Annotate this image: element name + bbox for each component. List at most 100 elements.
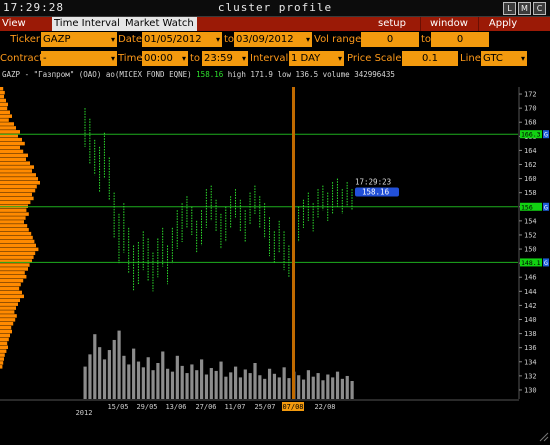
profile-bar [0,298,20,303]
y-tick-label: 142 [524,302,537,310]
title-bar[interactable]: 17:29:28 cluster profile L M C [0,0,550,17]
profile-bar [0,157,26,162]
profile-bar [0,177,38,181]
profile-bar [0,243,36,248]
profile-bar [0,212,29,216]
tab-market-watch[interactable]: Market Watch [123,17,197,31]
setup-button[interactable]: setup [366,17,418,31]
profile-bar [0,318,16,322]
chevron-down-icon: ▾ [520,54,525,63]
window-button[interactable]: window [420,17,477,31]
volume-bar [93,334,97,399]
time-to-field[interactable]: 23:59 ▾ [202,51,248,66]
profile-bar [0,98,6,103]
profile-bar [0,247,39,252]
contract-select[interactable]: - ▾ [41,51,117,66]
volume-bar [219,361,223,399]
time-from-field[interactable]: 00:00 ▾ [142,51,188,66]
volume-bar [141,367,145,399]
date-to-value: 03/09/2012 [236,34,294,45]
y-tick-label: 146 [524,274,537,282]
y-tick-label: 154 [524,217,537,225]
volume-bar [224,376,228,399]
profile-bar [0,302,18,306]
ticker-select[interactable]: GAZP ▾ [41,32,117,47]
profile-bar [0,169,32,173]
volume-bar [170,371,175,399]
profile-bar [0,357,4,361]
volume-bar [272,373,277,399]
volume-label: volume [322,70,350,79]
apply-button[interactable]: Apply [478,17,527,31]
tab-view-dom[interactable]: View DOM [0,17,54,43]
tab-time-interval[interactable]: Time Interval [52,17,125,31]
volume-bar [340,378,344,399]
y-tick-label: 160 [524,175,537,183]
y-tick-label: 164 [524,147,537,155]
chevron-down-icon: ▾ [110,54,115,63]
profile-bar [0,106,8,111]
profile-bar [0,188,36,193]
volume-bar [88,354,92,399]
symbol-name: GAZP - "Газпром" (ОАО) ао(MICEX FOND EQN… [2,70,192,79]
price-scale-field[interactable]: 0.1 [402,51,458,66]
volume-bar [238,377,243,399]
profile-bar [0,102,8,107]
chevron-down-icon: ▾ [110,35,115,44]
cluster-chart[interactable]: 1721701681661641621601581561541521501481… [0,69,550,445]
profile-bar [0,165,34,169]
volume-bar [306,370,311,399]
window-control-c[interactable]: C [533,2,546,15]
y-tick-label: 130 [524,386,537,394]
profile-bar [0,329,12,334]
level-price-label: 148.1 [521,259,541,267]
volume-bar [132,348,136,399]
volume-bar [311,376,315,399]
profile-bar [0,90,5,95]
line-select[interactable]: GTC ▾ [481,51,527,66]
y-tick-label: 150 [524,246,537,254]
profile-bar [0,349,7,353]
window-control-l[interactable]: L [503,2,516,15]
profile-bar [0,192,32,197]
profile-bar [0,345,8,350]
volume-bar [166,368,170,399]
volume-bar [161,351,165,399]
profile-bar [0,208,27,212]
chart-info: GAZP - "Газпром" (ОАО) ао(MICEX FOND EQN… [2,70,395,79]
interval-select[interactable]: 1 DAY ▾ [289,51,344,66]
profile-bar [0,263,30,267]
y-tick-label: 172 [524,91,537,99]
vol-to-field[interactable]: 0 [431,32,489,47]
y-tick-label: 134 [524,358,537,366]
profile-bar [0,275,27,279]
volume-bar [107,350,111,399]
profile-bar [0,337,9,342]
chart-area[interactable]: GAZP - "Газпром" (ОАО) ао(MICEX FOND EQN… [0,69,550,445]
volume-bar [83,366,87,399]
profile-bar [0,267,28,271]
volume-bar [190,364,194,399]
volume-bar [229,372,233,399]
level-price-label: 166.3 [521,131,541,139]
profile-bar [0,87,4,91]
volume-bar [335,371,340,399]
volume-bar [326,374,330,399]
level-g-label: G [544,259,548,267]
volume-bar [200,359,204,399]
profile-bar [0,130,20,134]
volume-bar [180,365,184,399]
volume-value: 342996435 [354,70,395,79]
time-to-value: 23:59 [204,53,233,64]
window-control-m[interactable]: M [518,2,531,15]
profile-bar [0,235,33,240]
vol-from-field[interactable]: 0 [361,32,419,47]
y-tick-label: 132 [524,372,537,380]
profile-bar [0,137,22,142]
date-from-field[interactable]: 01/05/2012 ▾ [142,32,222,47]
volume-bar [243,369,247,399]
cursor-time: 17:29:23 [355,178,391,187]
date-from-value: 01/05/2012 [144,34,202,45]
date-to-field[interactable]: 03/09/2012 ▾ [234,32,312,47]
profile-bar [0,306,16,310]
